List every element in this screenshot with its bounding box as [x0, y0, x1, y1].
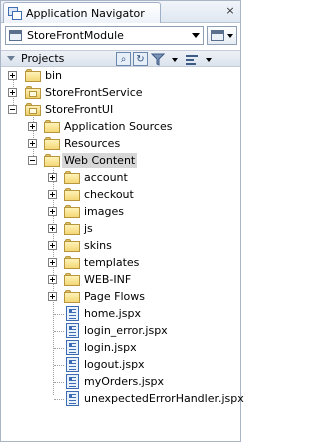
tree-connector	[54, 331, 64, 332]
expand-icon[interactable]	[28, 122, 37, 131]
folder-icon	[64, 273, 80, 286]
expand-icon[interactable]	[48, 275, 57, 284]
folder-icon	[64, 290, 80, 303]
jspx-file-icon	[66, 306, 79, 321]
expand-icon[interactable]	[8, 71, 17, 80]
expand-icon[interactable]	[8, 88, 17, 97]
project-icon	[25, 86, 41, 99]
chevron-down-icon[interactable]	[192, 33, 200, 38]
workspace-menu-icon	[211, 30, 224, 41]
refresh-icon[interactable]: ↻	[133, 52, 148, 66]
collapse-arrow-icon[interactable]	[7, 56, 15, 61]
workspace-icon	[9, 29, 23, 42]
project-icon	[25, 103, 41, 116]
tree-item-label: logout.jspx	[84, 358, 145, 371]
folder-icon	[64, 171, 80, 184]
tree-item-label: templates	[84, 256, 140, 269]
settings-icon[interactable]	[184, 52, 199, 66]
tree-connector	[54, 399, 64, 400]
workspace-menu-button[interactable]	[207, 26, 237, 45]
jspx-file-icon	[66, 391, 79, 406]
expand-icon[interactable]	[48, 241, 57, 250]
tree-item-label: checkout	[84, 188, 134, 201]
expand-icon[interactable]	[48, 173, 57, 182]
filter-icon[interactable]	[150, 52, 165, 66]
tree-connector	[33, 109, 34, 160]
tree-item-label: Application Sources	[64, 120, 173, 133]
tree-item-label: images	[84, 205, 124, 218]
tree-connector	[54, 382, 64, 383]
projects-panel-header[interactable]: Projects ⌕ ↻	[1, 50, 240, 67]
projects-panel-title: Projects	[21, 52, 65, 65]
find-icon[interactable]: ⌕	[116, 52, 131, 66]
folder-icon	[44, 154, 60, 167]
tree-item-label: login.jspx	[84, 341, 137, 354]
application-selector-row: StoreFrontModule	[1, 25, 240, 47]
tree-item-label: login_error.jspx	[84, 324, 168, 337]
tree-item-label: bin	[45, 69, 63, 82]
tree-item-label: myOrders.jspx	[84, 375, 164, 388]
expand-icon[interactable]	[48, 224, 57, 233]
tree-item-label: home.jspx	[84, 307, 141, 320]
chevron-down-icon	[227, 34, 233, 38]
jspx-file-icon	[66, 374, 79, 389]
expand-icon[interactable]	[28, 139, 37, 148]
tree-connector	[54, 348, 64, 349]
folder-icon	[25, 69, 41, 82]
folder-icon	[44, 120, 60, 133]
jspx-file-icon	[66, 340, 79, 355]
tree-item-label: Web Content	[62, 153, 138, 168]
jspx-file-icon	[66, 357, 79, 372]
projects-toolbar: ⌕ ↻	[116, 52, 216, 66]
filter-dropdown-icon[interactable]	[167, 52, 182, 66]
tree-item-label: Page Flows	[84, 290, 145, 303]
expand-icon[interactable]	[48, 292, 57, 301]
window-title: Application Navigator	[26, 6, 145, 20]
expand-icon[interactable]	[48, 258, 57, 267]
close-icon[interactable]: ×	[224, 5, 236, 17]
jspx-file-icon	[66, 323, 79, 338]
navigator-tab[interactable]: Application Navigator	[3, 2, 161, 23]
application-navigator-window: Application Navigator × StoreFrontModule…	[0, 0, 244, 442]
application-select[interactable]: StoreFrontModule	[5, 26, 204, 45]
folder-icon	[64, 256, 80, 269]
folder-icon	[64, 222, 80, 235]
tree-item-label: StoreFrontService	[45, 86, 143, 99]
tree-item-label: StoreFrontUI	[45, 103, 114, 116]
tree-item-label: WEB-INF	[84, 273, 132, 286]
collapse-icon[interactable]	[28, 156, 37, 165]
settings-dropdown-icon[interactable]	[201, 52, 216, 66]
tree-item-label: unexpectedErrorHandler.jspx	[84, 392, 244, 405]
tree-connector	[54, 365, 64, 366]
application-navigator-icon	[8, 6, 22, 20]
folder-icon	[64, 188, 80, 201]
tree-item-label: skins	[84, 239, 112, 252]
title-bar: Application Navigator ×	[1, 1, 240, 23]
tree-connector	[54, 314, 64, 315]
tree-item-label: Resources	[64, 137, 121, 150]
collapse-icon[interactable]	[8, 105, 17, 114]
folder-icon	[64, 205, 80, 218]
folder-icon	[64, 239, 80, 252]
application-select-value: StoreFrontModule	[27, 29, 124, 42]
expand-icon[interactable]	[48, 190, 57, 199]
folder-icon	[44, 137, 60, 150]
tree-item-label: account	[84, 171, 128, 184]
tree-item-label: js	[84, 222, 93, 235]
expand-icon[interactable]	[48, 207, 57, 216]
